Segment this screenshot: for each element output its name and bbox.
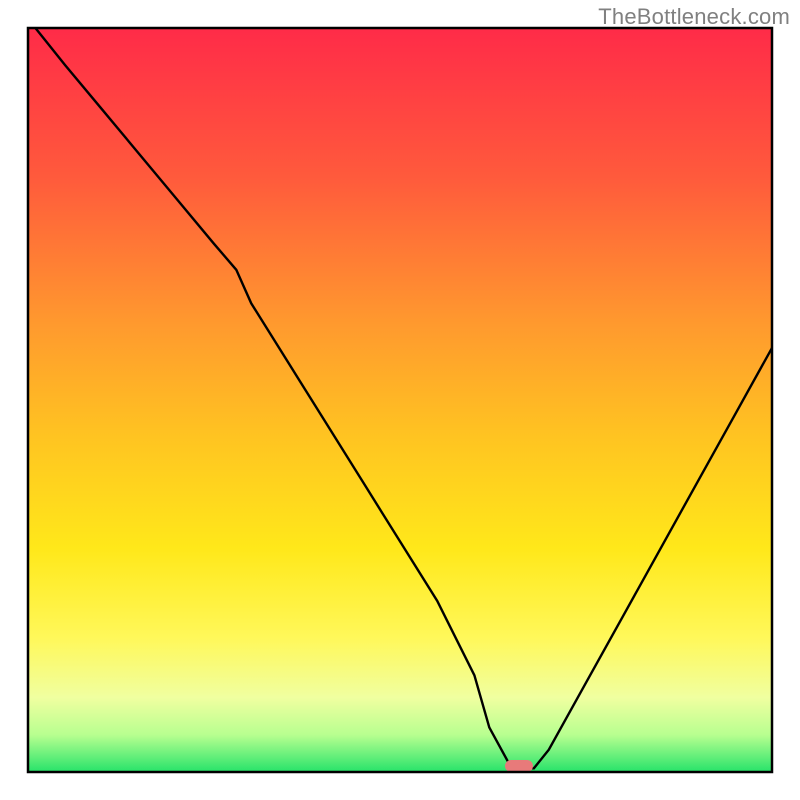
chart-container: TheBottleneck.com xyxy=(0,0,800,800)
minimum-marker xyxy=(505,760,533,772)
bottleneck-chart xyxy=(0,0,800,800)
watermark-label: TheBottleneck.com xyxy=(598,4,790,30)
chart-plot-area xyxy=(28,28,772,772)
